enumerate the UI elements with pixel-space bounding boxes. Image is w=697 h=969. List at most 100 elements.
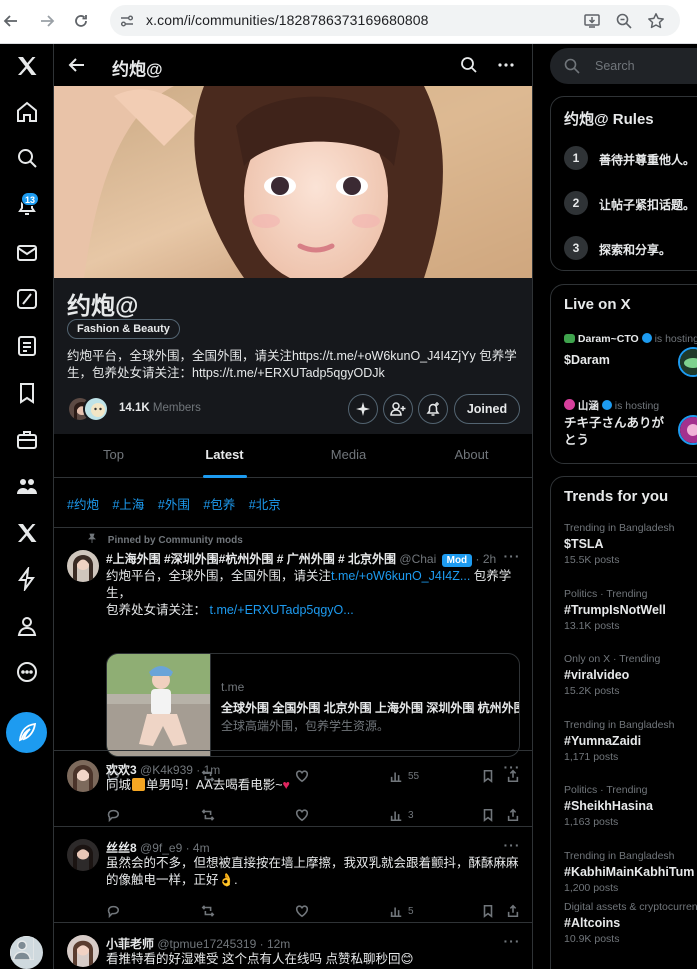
display-name[interactable]: 欢欢3 xyxy=(106,763,137,777)
post-text: 看推特看的好湿难受 这个点有人在线吗 点赞私聊秒回😊 xyxy=(106,952,414,966)
hashtag-link[interactable]: #约炮 xyxy=(67,498,99,512)
more-button[interactable] xyxy=(495,54,517,76)
hashtag-link[interactable]: #外围 xyxy=(158,498,190,512)
search-icon xyxy=(461,57,477,73)
trend-item[interactable]: Trending in Bangladesh #KabhiMainKabhiTu… xyxy=(564,850,694,894)
messages-icon[interactable] xyxy=(13,239,41,267)
post-link[interactable]: t.me/+oW6kunO_J4I4Z... xyxy=(331,569,470,583)
search-button[interactable] xyxy=(458,54,480,76)
views-button[interactable]: 3 xyxy=(389,807,414,823)
zoom-icon[interactable] xyxy=(614,11,634,31)
views-button[interactable]: 5 xyxy=(389,903,414,919)
sparkle-icon xyxy=(356,402,370,416)
bookmark-button[interactable] xyxy=(481,903,495,919)
invite-button[interactable] xyxy=(383,394,413,424)
more-options-icon[interactable] xyxy=(13,658,41,686)
bookmarks-icon[interactable] xyxy=(13,379,41,407)
account-avatar[interactable] xyxy=(10,936,43,969)
repost-button[interactable] xyxy=(201,807,215,823)
user-handle[interactable]: @K4k939 · 1m xyxy=(140,763,220,777)
link-card[interactable]: t.me 全球外围 全国外围 北京外围 上海外围 深圳外围 杭州外围 全球高端外… xyxy=(106,653,520,757)
post-link[interactable]: t.me/+ERXUTadp5qgyO... xyxy=(210,603,354,617)
compose-post-button[interactable] xyxy=(6,712,47,753)
search-input[interactable]: Search xyxy=(550,48,697,84)
communities-icon[interactable] xyxy=(13,472,41,500)
hashtag-link[interactable]: #上海 xyxy=(112,498,144,512)
tab-about[interactable]: About xyxy=(412,434,531,478)
install-app-icon[interactable] xyxy=(582,11,602,31)
post-time[interactable]: · 2h xyxy=(476,552,497,566)
trend-item[interactable]: Digital assets & cryptocurrency #Altcoin… xyxy=(564,901,697,945)
trend-item[interactable]: Trending in Bangladesh $TSLA 15.5K posts xyxy=(564,522,675,566)
back-arrow-icon[interactable] xyxy=(0,10,22,32)
trend-item[interactable]: Politics · Trending #TrumpIsNotWell 13.1… xyxy=(564,588,666,632)
share-button[interactable] xyxy=(506,903,520,919)
repost-button[interactable] xyxy=(201,903,215,919)
home-icon[interactable] xyxy=(13,98,41,126)
timeline-post[interactable]: 欢欢3 @K4k939 · 1m ··· 同城 单男吗！AA去喝看电影~♥ 3 xyxy=(54,751,532,826)
user-handle[interactable]: @tpmue17245319 · 12m xyxy=(157,937,290,951)
grok-icon[interactable] xyxy=(13,285,41,313)
display-name[interactable]: #上海外围 #深圳外围#杭州外围 # 广州外围 # 北京外围 xyxy=(106,552,396,566)
explore-icon[interactable] xyxy=(13,144,41,172)
post-more-button[interactable]: ··· xyxy=(503,548,521,564)
post-more-button[interactable]: ··· xyxy=(503,933,521,949)
browser-toolbar: x.com/i/communities/1828786373169680808 xyxy=(0,0,697,44)
jobs-icon[interactable] xyxy=(13,426,41,454)
display-name[interactable]: 小菲老师 xyxy=(106,937,154,951)
avatar[interactable] xyxy=(67,550,99,582)
joined-button[interactable]: Joined xyxy=(454,394,520,424)
timeline-post[interactable]: 小菲老师 @tpmue17245319 · 12m ··· 看推特看的好湿难受 … xyxy=(54,923,532,969)
hashtag-link[interactable]: #包养 xyxy=(203,498,235,512)
user-handle[interactable]: @Chai xyxy=(399,552,436,566)
reply-button[interactable] xyxy=(106,903,120,919)
trend-item[interactable]: Only on X · Trending #viralvideo 15.2K p… xyxy=(564,653,660,697)
member-count[interactable]: 14.1K Members xyxy=(119,402,201,414)
notifications-button[interactable] xyxy=(418,394,448,424)
lists-icon[interactable] xyxy=(13,332,41,360)
avatar[interactable] xyxy=(67,839,99,871)
premium-x-icon[interactable] xyxy=(13,519,41,547)
tab-latest[interactable]: Latest xyxy=(165,434,284,478)
hashtag-link[interactable]: #北京 xyxy=(249,498,281,512)
user-handle[interactable]: @9f_e9 · 4m xyxy=(140,841,210,855)
rule-number: 2 xyxy=(564,191,588,215)
avatar[interactable] xyxy=(67,935,99,967)
url-text: x.com/i/communities/1828786373169680808 xyxy=(146,12,429,28)
timeline-post[interactable]: 丝丝8 @9f_e9 · 4m ··· 虽然会的不多，但想被直接按在墙上摩擦，我… xyxy=(54,827,532,922)
display-name[interactable]: 丝丝8 xyxy=(106,841,137,855)
member-avatars[interactable] xyxy=(67,396,111,422)
x-logo-icon[interactable] xyxy=(13,52,41,80)
site-settings-icon[interactable] xyxy=(118,12,136,30)
verified-orgs-icon[interactable] xyxy=(13,565,41,593)
tab-top[interactable]: Top xyxy=(54,434,173,478)
trend-name: #KabhiMainKabhiTum xyxy=(564,865,695,879)
back-button[interactable] xyxy=(66,54,88,76)
pinned-post[interactable]: Pinned by Community mods #上海外围 #深圳外围#杭州外… xyxy=(54,528,532,783)
like-button[interactable] xyxy=(295,807,309,823)
tab-media[interactable]: Media xyxy=(289,434,408,478)
trend-context: Trending in Bangladesh xyxy=(564,522,675,534)
reply-icon xyxy=(107,809,120,822)
category-chip[interactable]: Fashion & Beauty xyxy=(67,319,180,339)
profile-icon[interactable] xyxy=(13,612,41,640)
reload-icon[interactable] xyxy=(70,10,92,32)
forward-arrow-icon[interactable] xyxy=(36,10,58,32)
grok-summary-button[interactable] xyxy=(348,394,378,424)
bookmark-star-icon[interactable] xyxy=(646,11,666,31)
avatar[interactable] xyxy=(67,760,99,792)
bookmark-button[interactable] xyxy=(481,807,495,823)
live-host-avatar[interactable] xyxy=(678,347,697,377)
reply-button[interactable] xyxy=(106,807,120,823)
views-count: 3 xyxy=(408,809,414,821)
post-more-button[interactable]: ··· xyxy=(503,759,521,775)
trend-item[interactable]: Trending in Bangladesh #YumnaZaidi 1,171… xyxy=(564,719,675,763)
trend-item[interactable]: Politics · Trending #SheikhHasina 1,163 … xyxy=(564,784,653,828)
live-host-line: 山涵 is hosting xyxy=(564,398,659,413)
like-button[interactable] xyxy=(295,903,309,919)
address-bar[interactable]: x.com/i/communities/1828786373169680808 xyxy=(110,5,680,36)
live-host-avatar[interactable] xyxy=(678,415,697,445)
share-button[interactable] xyxy=(506,807,520,823)
post-more-button[interactable]: ··· xyxy=(503,837,521,853)
notifications-badge: 13 xyxy=(21,192,39,206)
